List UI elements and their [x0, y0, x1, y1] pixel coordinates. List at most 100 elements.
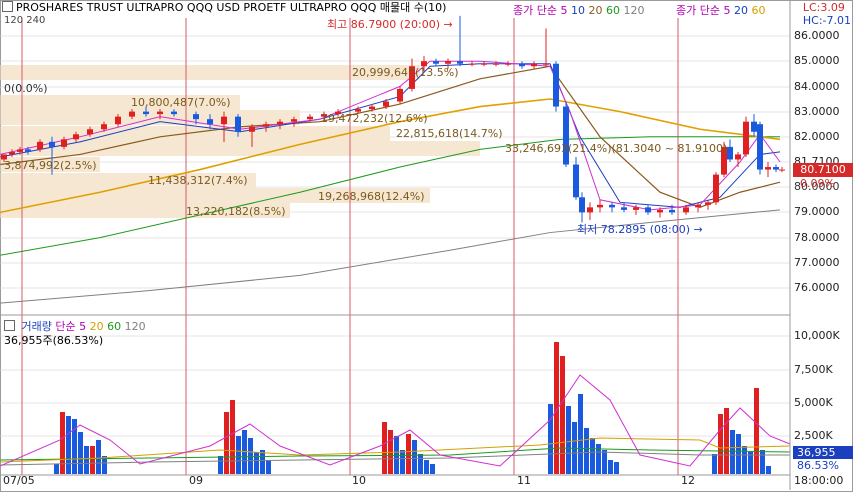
- title-checkbox-icon[interactable]: [2, 1, 13, 12]
- volume-bar: [266, 460, 271, 474]
- candle-body: [235, 116, 241, 132]
- candle-body: [597, 204, 603, 208]
- candle-body: [481, 63, 487, 65]
- volume-bar: [400, 450, 405, 474]
- volume-ma-lines: [0, 374, 791, 467]
- x-tick: 09: [189, 474, 203, 487]
- ma-legend-120: 120: [623, 4, 645, 17]
- price-tick: 79.0000: [794, 205, 840, 218]
- volume-bar: [84, 446, 89, 474]
- candle-body: [645, 207, 651, 213]
- volume-current-tag: 36,955: [793, 446, 853, 459]
- candle-body: [505, 63, 511, 65]
- candle-body: [249, 126, 255, 132]
- candle-body: [157, 111, 163, 115]
- candle-body: [519, 63, 525, 67]
- x-tick: 18:00:00: [794, 474, 844, 487]
- candle-body: [87, 129, 93, 135]
- volume-bar: [754, 388, 759, 474]
- candle-body: [433, 61, 439, 64]
- price-tick: 85.0000: [794, 54, 840, 67]
- volume-bar: [548, 404, 553, 474]
- candle-body: [563, 106, 569, 165]
- volume-bar: [608, 460, 613, 474]
- candle-body: [221, 116, 227, 125]
- volume-bar: [418, 454, 423, 474]
- candle-body: [73, 134, 79, 140]
- candle-body: [171, 111, 177, 115]
- volume-bar: [614, 462, 619, 474]
- title-bar: PROSHARES TRUST ULTRAPRO QQQ USD PROETF …: [2, 0, 446, 16]
- candle-body: [493, 63, 499, 65]
- vp-label: 19,268,968(12.4%): [318, 190, 425, 203]
- volume-bar: [590, 438, 595, 474]
- volume-bar: [78, 432, 83, 474]
- volume-tick: 10,000K: [794, 329, 840, 342]
- candle-body: [779, 169, 785, 171]
- volume-bar: [236, 436, 241, 474]
- x-tick: 11: [517, 474, 531, 487]
- candle-body: [397, 88, 403, 102]
- ma2-legend-20: 20: [733, 4, 748, 17]
- candle-body: [61, 139, 67, 147]
- volume-bar: [66, 416, 71, 474]
- vp-label: 20,999,647(13.5%): [352, 66, 459, 79]
- volume-bar: [224, 412, 229, 474]
- candle-body: [773, 167, 779, 170]
- lc-hc-box: LC:3.09 HC:-7.01: [803, 1, 851, 27]
- vp-label: 11,438,312(7.4%): [148, 174, 248, 187]
- ma2-legend-prefix: 종가 단순 5: [676, 4, 731, 17]
- candle-body: [9, 151, 15, 155]
- candle-body: [727, 146, 733, 160]
- ma-legend-20: 20: [588, 4, 603, 17]
- ma-legend-60: 60: [605, 4, 620, 17]
- volume-bar: [718, 414, 723, 474]
- candle-body: [735, 154, 741, 160]
- volume-bar: [584, 428, 589, 474]
- price-tick: 76.0000: [794, 281, 840, 294]
- candle-body: [573, 164, 579, 198]
- candle-body: [757, 124, 763, 170]
- candle-body: [609, 204, 615, 208]
- price-tick: 84.0000: [794, 80, 840, 93]
- candle-body: [531, 63, 537, 67]
- volume-bar: [760, 450, 765, 474]
- volume-bar: [90, 446, 95, 474]
- volume-bar: [424, 460, 429, 474]
- volume-bar: [254, 452, 259, 474]
- current-change-tag: 0.09%: [800, 177, 835, 190]
- candle-body: [129, 111, 135, 117]
- volume-bar: [382, 422, 387, 474]
- price-ma-legend-2: 종가 단순 5 20 60: [676, 2, 765, 18]
- volume-bar: [602, 450, 607, 474]
- candle-body: [17, 149, 23, 152]
- volume-bar: [560, 356, 565, 474]
- candle-body: [369, 106, 375, 110]
- volume-bar: [96, 440, 101, 474]
- vp-range-label: 33,246,693(21.4%)(81.3040 ~ 81.9100): [505, 142, 728, 155]
- volume-current: 36,955주(86.53%): [4, 334, 104, 347]
- volume-bar: [578, 394, 583, 474]
- x-tick: 07/05: [3, 474, 35, 487]
- ma-legend-10: 10: [570, 4, 585, 17]
- volume-profile-band: [0, 126, 390, 141]
- candle-body: [751, 121, 757, 132]
- vp-label: 19,472,232(12.6%): [321, 112, 428, 125]
- price-panel-border: [0, 0, 791, 316]
- candle-body: [469, 63, 475, 65]
- price-tick: 86.0000: [794, 29, 840, 42]
- ma2-legend-60: 60: [751, 4, 766, 17]
- lc-value: LC:3.09: [802, 1, 845, 14]
- candle-body: [263, 124, 269, 127]
- volume-checkbox-icon[interactable]: [4, 320, 15, 331]
- vol-ma-120: 120: [124, 320, 146, 333]
- volume-bar: [248, 438, 253, 474]
- volume-bar: [566, 406, 571, 474]
- candle-body: [713, 174, 719, 203]
- volume-bar: [260, 450, 265, 474]
- candle-body: [543, 63, 549, 65]
- candle-body: [457, 61, 463, 64]
- low-annotation: 최저 78.2895 (08:00) →: [577, 223, 703, 236]
- x-tick: 10: [352, 474, 366, 487]
- vp-label: 22,815,618(14.7%): [396, 127, 503, 140]
